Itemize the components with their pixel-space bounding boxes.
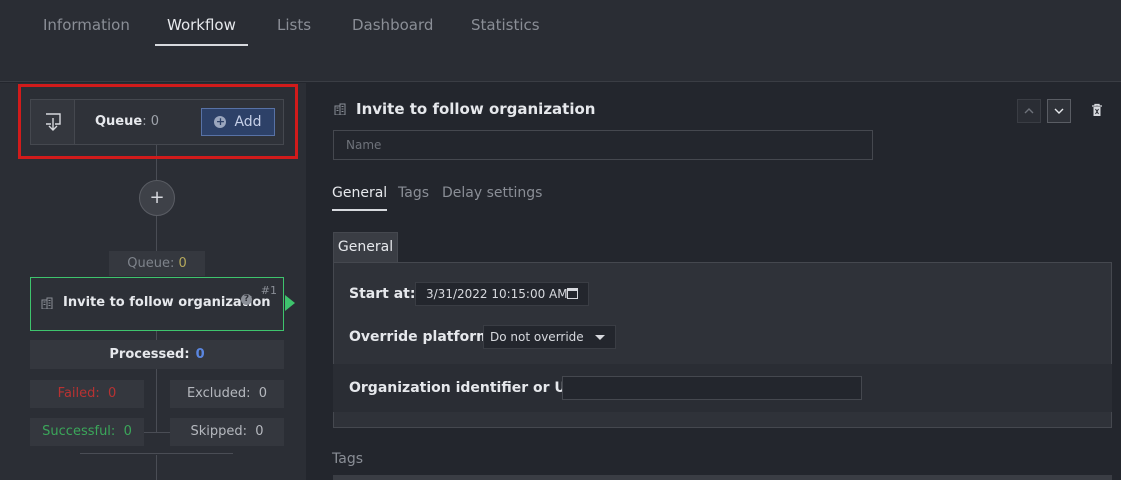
processed-stat: Processed: 0	[30, 340, 284, 369]
help-icon[interactable]: ?	[241, 294, 252, 305]
org-identifier-input[interactable]	[562, 376, 862, 400]
building-icon	[41, 297, 53, 309]
step-queue-badge: Queue: 0	[109, 251, 205, 276]
trash-icon[interactable]	[1091, 103, 1103, 117]
move-down-button[interactable]	[1047, 99, 1071, 123]
connector-line	[156, 369, 157, 432]
tags-section	[333, 475, 1112, 480]
start-at-label: Start at:	[349, 286, 416, 302]
start-at-field[interactable]: 3/31/2022 10:15:00 AM	[415, 282, 589, 306]
step-title: Invite to follow organization	[63, 295, 271, 310]
top-navigation: Information Workflow Lists Dashboard Sta…	[0, 0, 1121, 82]
move-up-button[interactable]	[1017, 99, 1041, 123]
successful-stat[interactable]: Successful: 0	[30, 418, 144, 446]
connector-line	[144, 432, 170, 433]
connector-line	[80, 453, 233, 454]
name-input[interactable]	[333, 130, 873, 160]
tab-tags[interactable]: Tags	[398, 185, 429, 201]
calendar-icon[interactable]	[567, 288, 578, 299]
excluded-stat[interactable]: Excluded: 0	[170, 380, 284, 408]
tab-workflow[interactable]: Workflow	[155, 15, 248, 46]
chevron-down-icon	[1054, 108, 1064, 114]
tab-general[interactable]: General	[332, 185, 388, 211]
org-identifier-label: Organization identifier or URL:	[349, 380, 592, 396]
failed-stat[interactable]: Failed: 0	[30, 380, 144, 408]
tab-delay-settings[interactable]: Delay settings	[442, 185, 542, 201]
section-tab-general[interactable]: General	[333, 232, 398, 262]
detail-title: Invite to follow organization	[356, 100, 596, 118]
tab-statistics[interactable]: Statistics	[471, 15, 540, 45]
step-arrow-icon	[285, 295, 295, 311]
tab-information[interactable]: Information	[43, 15, 130, 45]
highlight-box	[18, 84, 298, 159]
building-icon	[334, 103, 346, 115]
override-platform-label: Override platform:	[349, 329, 497, 345]
connector-line	[156, 455, 157, 480]
caret-down-icon	[595, 335, 605, 340]
tab-dashboard[interactable]: Dashboard	[352, 15, 433, 45]
override-platform-select[interactable]: Do not override	[483, 325, 616, 349]
tab-lists[interactable]: Lists	[277, 15, 311, 45]
tags-section-label: Tags	[332, 451, 363, 467]
chevron-up-icon	[1024, 108, 1034, 114]
step-node[interactable]: Invite to follow organization ? #1	[30, 277, 284, 331]
step-number: #1	[260, 284, 277, 297]
skipped-stat[interactable]: Skipped: 0	[170, 418, 284, 446]
add-step-button[interactable]: +	[139, 180, 175, 216]
connector-line	[156, 331, 157, 340]
connector-line	[156, 216, 157, 251]
